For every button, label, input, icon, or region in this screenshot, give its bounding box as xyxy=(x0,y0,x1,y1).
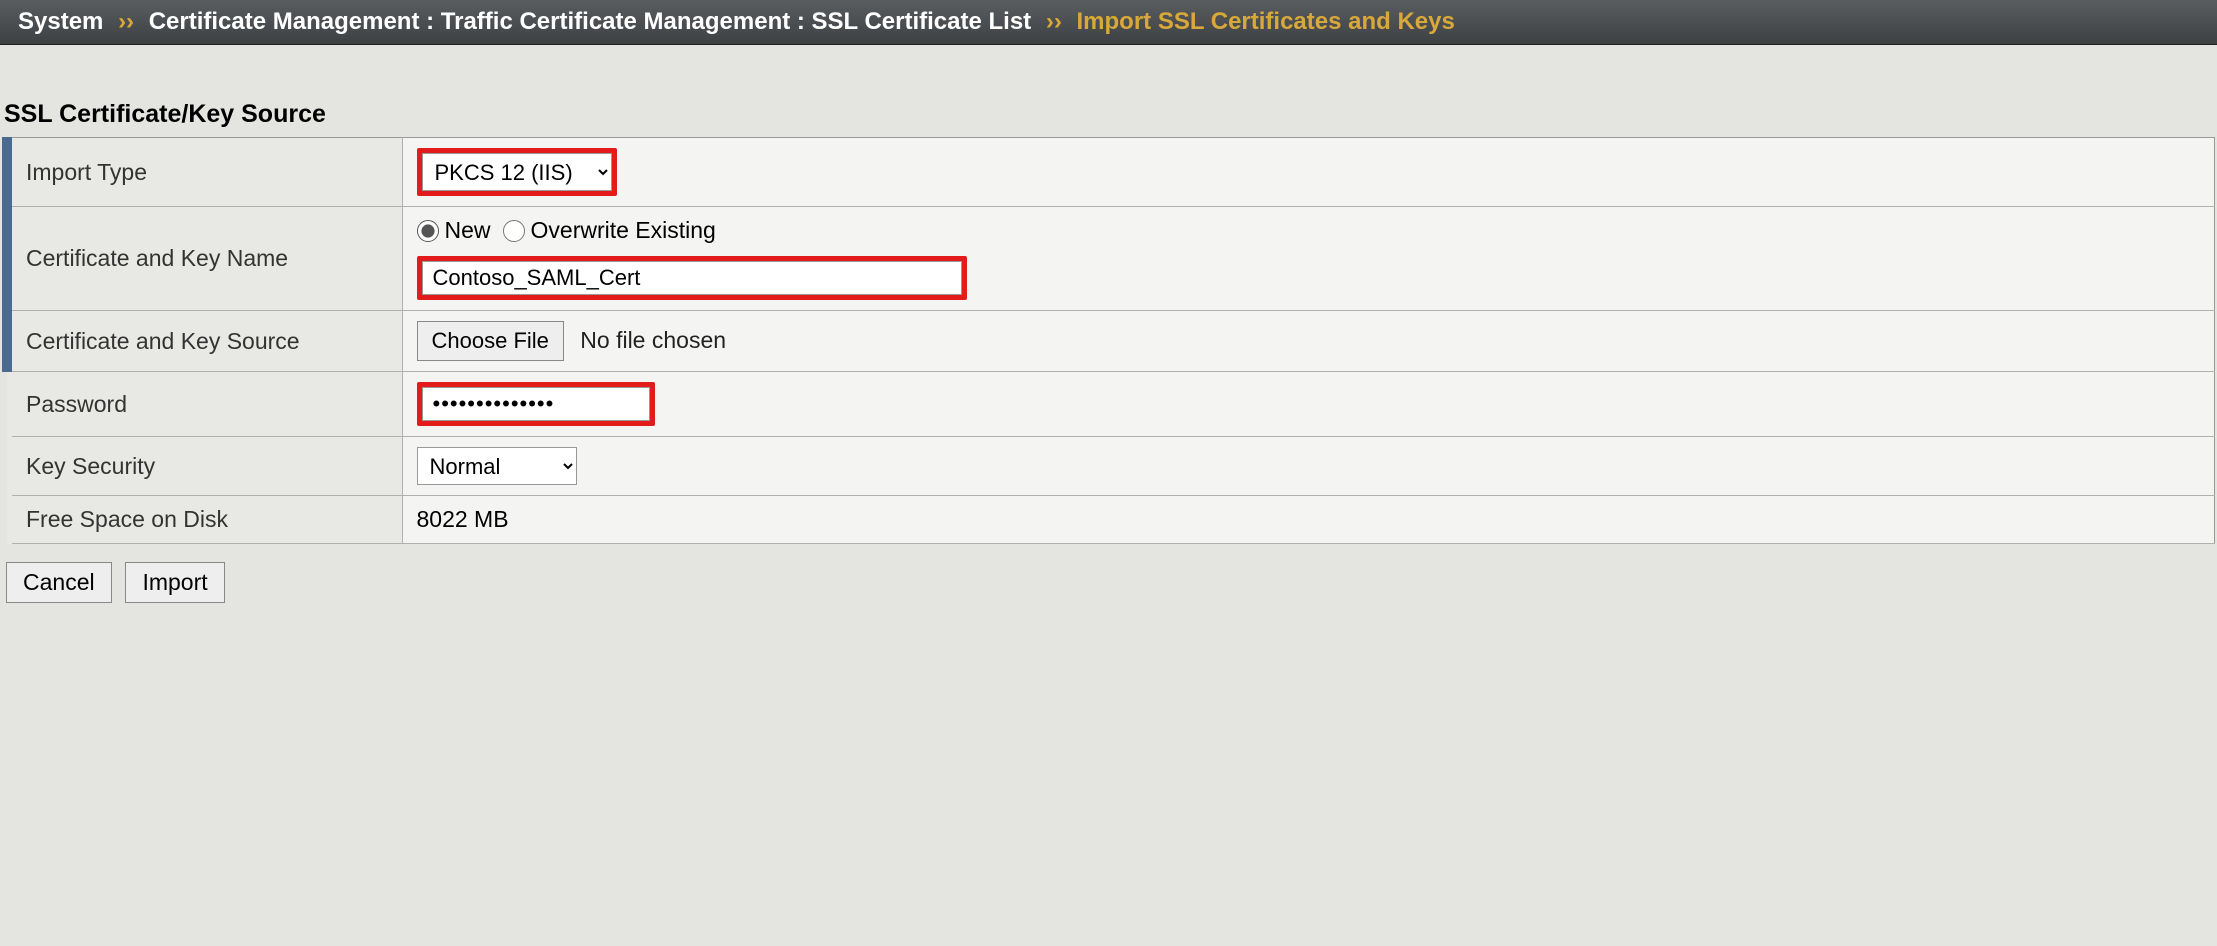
import-button[interactable]: Import xyxy=(125,562,224,603)
highlight-cert-name xyxy=(417,256,967,300)
row-cert-key-source: Certificate and Key Source Choose File N… xyxy=(7,311,2215,372)
label-free-space: Free Space on Disk xyxy=(7,496,402,544)
label-cert-key-source: Certificate and Key Source xyxy=(7,311,402,372)
cert-name-input[interactable] xyxy=(422,261,962,295)
breadcrumb-separator-icon: ›› xyxy=(1046,8,1062,35)
row-import-type: Import Type PKCS 12 (IIS) xyxy=(7,138,2215,207)
breadcrumb-path[interactable]: Certificate Management : Traffic Certifi… xyxy=(149,8,1031,35)
breadcrumb-separator-icon: ›› xyxy=(118,8,134,35)
radio-overwrite-label: Overwrite Existing xyxy=(531,217,716,244)
password-input[interactable] xyxy=(422,387,650,421)
row-key-security: Key Security Normal xyxy=(7,437,2215,496)
row-password: Password xyxy=(7,372,2215,437)
row-free-space: Free Space on Disk 8022 MB xyxy=(7,496,2215,544)
breadcrumb: System ›› Certificate Management : Traff… xyxy=(0,0,2217,45)
highlight-import-type: PKCS 12 (IIS) xyxy=(417,148,617,196)
row-cert-key-name: Certificate and Key Name New Overwrite E… xyxy=(7,207,2215,311)
import-type-select[interactable]: PKCS 12 (IIS) xyxy=(422,153,612,191)
label-cert-key-name: Certificate and Key Name xyxy=(7,207,402,311)
value-free-space: 8022 MB xyxy=(402,496,2215,544)
action-bar: Cancel Import xyxy=(0,544,2217,621)
highlight-password xyxy=(417,382,655,426)
radio-new-label: New xyxy=(445,217,491,244)
breadcrumb-root[interactable]: System xyxy=(18,8,103,35)
breadcrumb-current: Import SSL Certificates and Keys xyxy=(1077,8,1455,35)
label-key-security: Key Security xyxy=(7,437,402,496)
form-table: Import Type PKCS 12 (IIS) Certificate an… xyxy=(2,137,2215,544)
choose-file-button[interactable]: Choose File xyxy=(417,321,564,361)
key-security-select[interactable]: Normal xyxy=(417,447,577,485)
no-file-chosen-label: No file chosen xyxy=(580,327,726,353)
radio-overwrite[interactable] xyxy=(503,220,525,242)
cancel-button[interactable]: Cancel xyxy=(6,562,112,603)
radio-new[interactable] xyxy=(417,220,439,242)
label-import-type: Import Type xyxy=(7,138,402,207)
label-password: Password xyxy=(7,372,402,437)
section-title: SSL Certificate/Key Source xyxy=(0,45,2217,137)
